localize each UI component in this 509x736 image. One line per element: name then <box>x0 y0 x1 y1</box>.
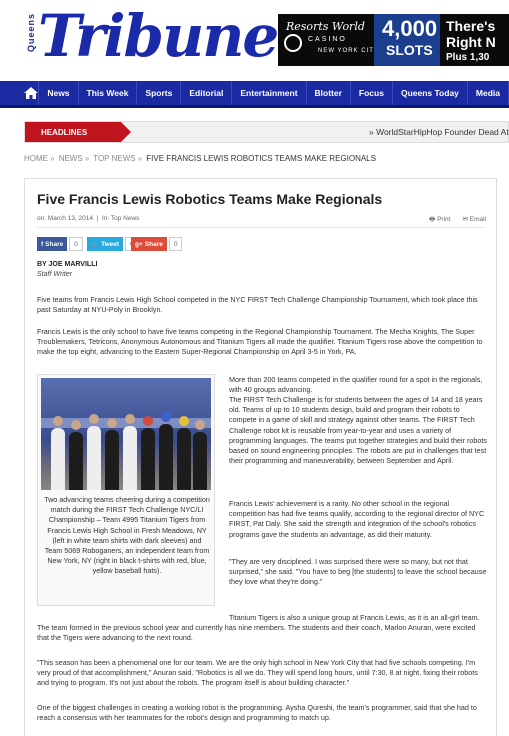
article-category[interactable]: In: Top News <box>102 215 139 222</box>
facebook-share[interactable]: f Share 0 <box>37 237 83 251</box>
breadcrumb: HOME» NEWS» TOP NEWS» FIVE FRANCIS LEWIS… <box>24 154 376 163</box>
breadcrumb-top-news[interactable]: TOP NEWS <box>93 154 135 163</box>
paragraph-2: Francis Lewis is the only school to have… <box>37 327 483 357</box>
paragraph-7: Titanium Tigers is also a unique group a… <box>37 613 480 643</box>
ad-tagline-1: There's <box>446 18 496 34</box>
nav-home-button[interactable] <box>24 81 40 105</box>
breadcrumb-current: FIVE FRANCIS LEWIS ROBOTICS TEAMS MAKE R… <box>146 154 376 163</box>
nav-item-media[interactable]: Media <box>468 81 509 105</box>
paragraph-1: Five teams from Francis Lewis High Schoo… <box>37 295 478 315</box>
nav-item-blotter[interactable]: Blotter <box>307 81 351 105</box>
twitter-icon: 🐦 <box>91 241 100 248</box>
team-photo[interactable] <box>41 378 211 490</box>
title-divider <box>37 227 485 228</box>
photo-caption: Two advancing teams cheering during a co… <box>44 495 210 576</box>
paragraph-4: The FIRST Tech Challenge is for students… <box>229 395 487 466</box>
envelope-icon: ✉ <box>462 216 468 223</box>
ad-tagline-2: Right N <box>446 34 496 50</box>
article-tools: 🖶 Print ✉ Email <box>429 215 486 226</box>
facebook-share-button[interactable]: f Share <box>37 237 68 251</box>
nav-item-news[interactable]: News <box>39 81 79 105</box>
logo-tribune-text: Tribune <box>38 2 279 70</box>
paragraph-5: Francis Lewis' achievement is a rarity. … <box>229 499 485 539</box>
nav-item-entertainment[interactable]: Entertainment <box>232 81 307 105</box>
logo-queens-text: Queens <box>26 12 36 52</box>
main-nav: News This Week Sports Editorial Entertai… <box>0 81 509 108</box>
article-title: Five Francis Lewis Robotics Teams Make R… <box>37 191 383 207</box>
nav-item-focus[interactable]: Focus <box>351 81 393 105</box>
google-plus-icon: g+ <box>135 240 143 248</box>
facebook-icon: f <box>41 240 44 248</box>
paragraph-6: "They are very disciplined. I was surpri… <box>229 557 487 587</box>
headlines-bar: HEADLINES » WorldStarHipHop Founder Dead… <box>24 121 509 143</box>
email-button[interactable]: ✉ Email <box>462 215 486 226</box>
paragraph-3: More than 200 teams competed in the qual… <box>229 375 483 395</box>
paragraph-9: One of the biggest challenges in creatin… <box>37 703 477 723</box>
headlines-label: HEADLINES <box>25 122 131 142</box>
article-figure: Two advancing teams cheering during a co… <box>37 374 215 606</box>
site-logo[interactable]: Queens Tribune <box>26 2 279 72</box>
nav-item-sports[interactable]: Sports <box>137 81 182 105</box>
nav-item-editorial[interactable]: Editorial <box>181 81 233 105</box>
google-share-button[interactable]: g+ Share <box>131 237 167 251</box>
twitter-share-button[interactable]: 🐦 Tweet <box>87 237 124 251</box>
breadcrumb-news[interactable]: NEWS <box>59 154 83 163</box>
breadcrumb-home[interactable]: HOME <box>24 154 48 163</box>
google-share-count: 0 <box>168 237 183 251</box>
twitter-share-label: Tweet <box>101 240 120 248</box>
article: Five Francis Lewis Robotics Teams Make R… <box>24 178 497 736</box>
facebook-share-label: Share <box>45 240 64 248</box>
masthead: Queens Tribune Resorts World CASINO NEW … <box>0 0 509 80</box>
paragraph-8: "This season has been a phenomenal one f… <box>37 658 478 688</box>
resorts-world-logo-icon <box>284 34 302 52</box>
nav-item-queens-today[interactable]: Queens Today <box>393 81 468 105</box>
google-share[interactable]: g+ Share 0 <box>131 237 183 251</box>
advertisement-banner[interactable]: Resorts World CASINO NEW YORK CITY 4,000… <box>278 14 509 66</box>
ad-casino: CASINO <box>308 36 347 43</box>
author-role: Staff Writer <box>37 271 73 278</box>
headline-ticker-link[interactable]: » WorldStarHipHop Founder Dead At 43 <box>369 127 509 137</box>
home-icon <box>24 87 39 99</box>
ad-city: NEW YORK CITY <box>318 48 379 54</box>
ad-number: 4,000 <box>382 16 438 41</box>
nav-item-this-week[interactable]: This Week <box>79 81 138 105</box>
ad-slots: SLOTS <box>386 42 433 58</box>
google-share-label: Share <box>144 240 163 248</box>
print-label: Print <box>437 216 451 223</box>
facebook-share-count: 0 <box>69 237 83 251</box>
print-button[interactable]: 🖶 Print <box>429 215 450 226</box>
printer-icon: 🖶 <box>429 216 436 223</box>
ad-brand: Resorts World <box>286 20 365 33</box>
article-date: on: March 13, 2014 <box>37 215 94 222</box>
ad-tagline-3: Plus 1,30 <box>446 52 490 63</box>
email-label: Email <box>469 216 486 223</box>
article-byline: BY JOE MARVILLI <box>37 261 98 268</box>
article-meta: on: March 13, 2014 | In: Top News <box>37 215 140 222</box>
